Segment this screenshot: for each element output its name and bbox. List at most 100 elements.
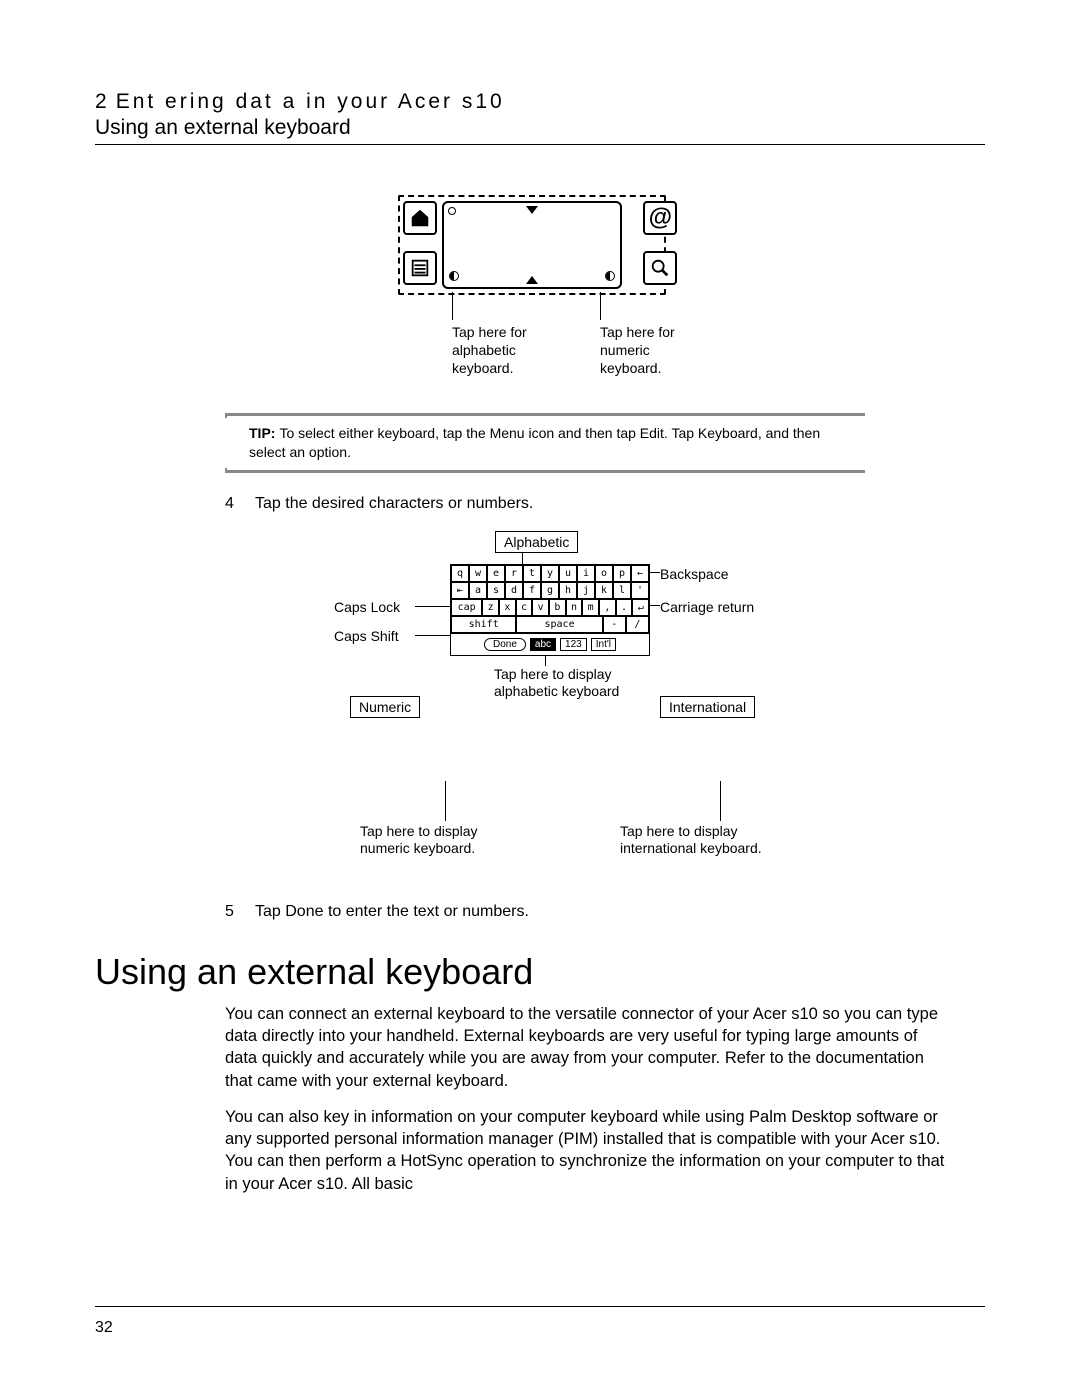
leader-line: [650, 605, 660, 606]
backspace-key: ←: [631, 565, 649, 582]
key: f: [523, 582, 541, 599]
caps-shift-label: Caps Shift: [334, 628, 399, 646]
alpha-box-label: Alphabetic: [495, 531, 578, 553]
key: n: [566, 599, 583, 616]
step-number: 4: [225, 495, 255, 513]
shift-key: shift: [451, 616, 516, 633]
step-text: Tap Done to enter the text or numbers.: [255, 903, 529, 921]
key: r: [505, 565, 523, 582]
key: u: [559, 565, 577, 582]
onscreen-keyboard: q w e r t y u i o p ← ⇤ a s d f g h j k …: [450, 564, 650, 656]
tip-label: TIP:: [249, 425, 275, 441]
abc-tab: abc: [530, 638, 556, 651]
footer-rule: [95, 1306, 985, 1307]
done-button: Done: [484, 638, 526, 651]
page-header: 2 Ent ering dat a in your Acer s10 Using …: [95, 90, 985, 145]
intl-tab: Int'l: [591, 638, 616, 651]
key: s: [487, 582, 505, 599]
numeric-caption: Tap here for numeric keyboard.: [600, 323, 710, 378]
page-number: 32: [95, 1319, 113, 1337]
key-row: shift space - /: [451, 616, 649, 633]
alpha-caption: Tap here for alphabetic keyboard.: [452, 323, 572, 378]
key: y: [541, 565, 559, 582]
menu-icon: [403, 251, 437, 285]
123-tab: 123: [560, 638, 587, 651]
tap-alpha-label: Tap here to display alphabetic keyboard: [494, 666, 664, 701]
key: o: [595, 565, 613, 582]
chapter-line: 2 Ent ering dat a in your Acer s10: [95, 90, 985, 114]
leader-line: [415, 635, 450, 636]
key: z: [482, 599, 499, 616]
find-icon: [643, 251, 677, 285]
cap-key: cap: [451, 599, 482, 616]
key: ,: [599, 599, 616, 616]
key: b: [549, 599, 566, 616]
key: v: [532, 599, 549, 616]
arrow-up-icon: [526, 276, 538, 284]
key: e: [487, 565, 505, 582]
intl-box-label: International: [660, 696, 755, 718]
keyboard-diagram: Alphabetic Numeric International Caps Lo…: [300, 531, 780, 881]
key: k: [595, 582, 613, 599]
key: /: [626, 616, 649, 633]
key: ': [631, 582, 649, 599]
caps-lock-label: Caps Lock: [334, 599, 400, 617]
backspace-label: Backspace: [660, 566, 728, 584]
at-glyph: @: [648, 204, 671, 232]
leader-line: [522, 553, 523, 564]
at-icon: @: [643, 201, 677, 235]
return-key: ↵: [632, 599, 649, 616]
numeric-box-label: Numeric: [350, 696, 420, 718]
tip-text: To select either keyboard, tap the Menu …: [249, 425, 820, 460]
section-para-2: You can also key in information on your …: [225, 1106, 945, 1195]
tap-intl-label: Tap here to display international keyboa…: [620, 823, 790, 858]
key: ⇤: [451, 582, 469, 599]
tap-numeric-label: Tap here to display numeric keyboard.: [360, 823, 520, 858]
carriage-return-label: Carriage return: [660, 599, 754, 617]
leader-line: [720, 781, 721, 821]
key: c: [516, 599, 533, 616]
graffiti-screen: [442, 201, 622, 289]
key: i: [577, 565, 595, 582]
section-title: Using an external keyboard: [95, 951, 985, 993]
key: w: [469, 565, 487, 582]
section-para-1: You can connect an external keyboard to …: [225, 1003, 945, 1092]
key-row: cap z x c v b n m , . ↵: [451, 599, 649, 616]
keyboard-mode-strip: Done abc 123 Int'l: [451, 633, 649, 655]
step-text: Tap the desired characters or numbers.: [255, 495, 533, 513]
chapter-title: Ent ering dat a in your Acer s10: [116, 90, 505, 113]
home-icon: [403, 201, 437, 235]
chapter-subhead: Using an external keyboard: [95, 116, 985, 140]
chapter-number: 2: [95, 90, 110, 113]
leader-line: [445, 781, 446, 821]
leader-line: [545, 656, 546, 666]
tip-block: TIP:To select either keyboard, tap the M…: [225, 413, 865, 473]
step-number: 5: [225, 903, 255, 921]
key: q: [451, 565, 469, 582]
contrast-icon: [605, 271, 615, 281]
key: l: [613, 582, 631, 599]
leader-line: [452, 292, 453, 320]
key: p: [613, 565, 631, 582]
key: j: [577, 582, 595, 599]
key: .: [616, 599, 633, 616]
step-5: 5 Tap Done to enter the text or numbers.: [225, 903, 985, 921]
leader-line: [650, 572, 660, 573]
step-4: 4 Tap the desired characters or numbers.: [225, 495, 985, 513]
space-key: space: [516, 616, 602, 633]
key: -: [603, 616, 626, 633]
key: g: [541, 582, 559, 599]
contrast-icon: [449, 271, 459, 281]
header-rule: [95, 144, 985, 145]
key: x: [499, 599, 516, 616]
key: a: [469, 582, 487, 599]
key: t: [523, 565, 541, 582]
dot-icon: [448, 207, 456, 215]
graffiti-area-diagram: @ Tap here for alphabetic keyboard. Tap …: [390, 195, 690, 385]
leader-line: [600, 292, 601, 320]
key-row: q w e r t y u i o p ←: [451, 565, 649, 582]
key-row: ⇤ a s d f g h j k l ': [451, 582, 649, 599]
key: d: [505, 582, 523, 599]
leader-line: [415, 606, 450, 607]
arrow-down-icon: [526, 206, 538, 214]
